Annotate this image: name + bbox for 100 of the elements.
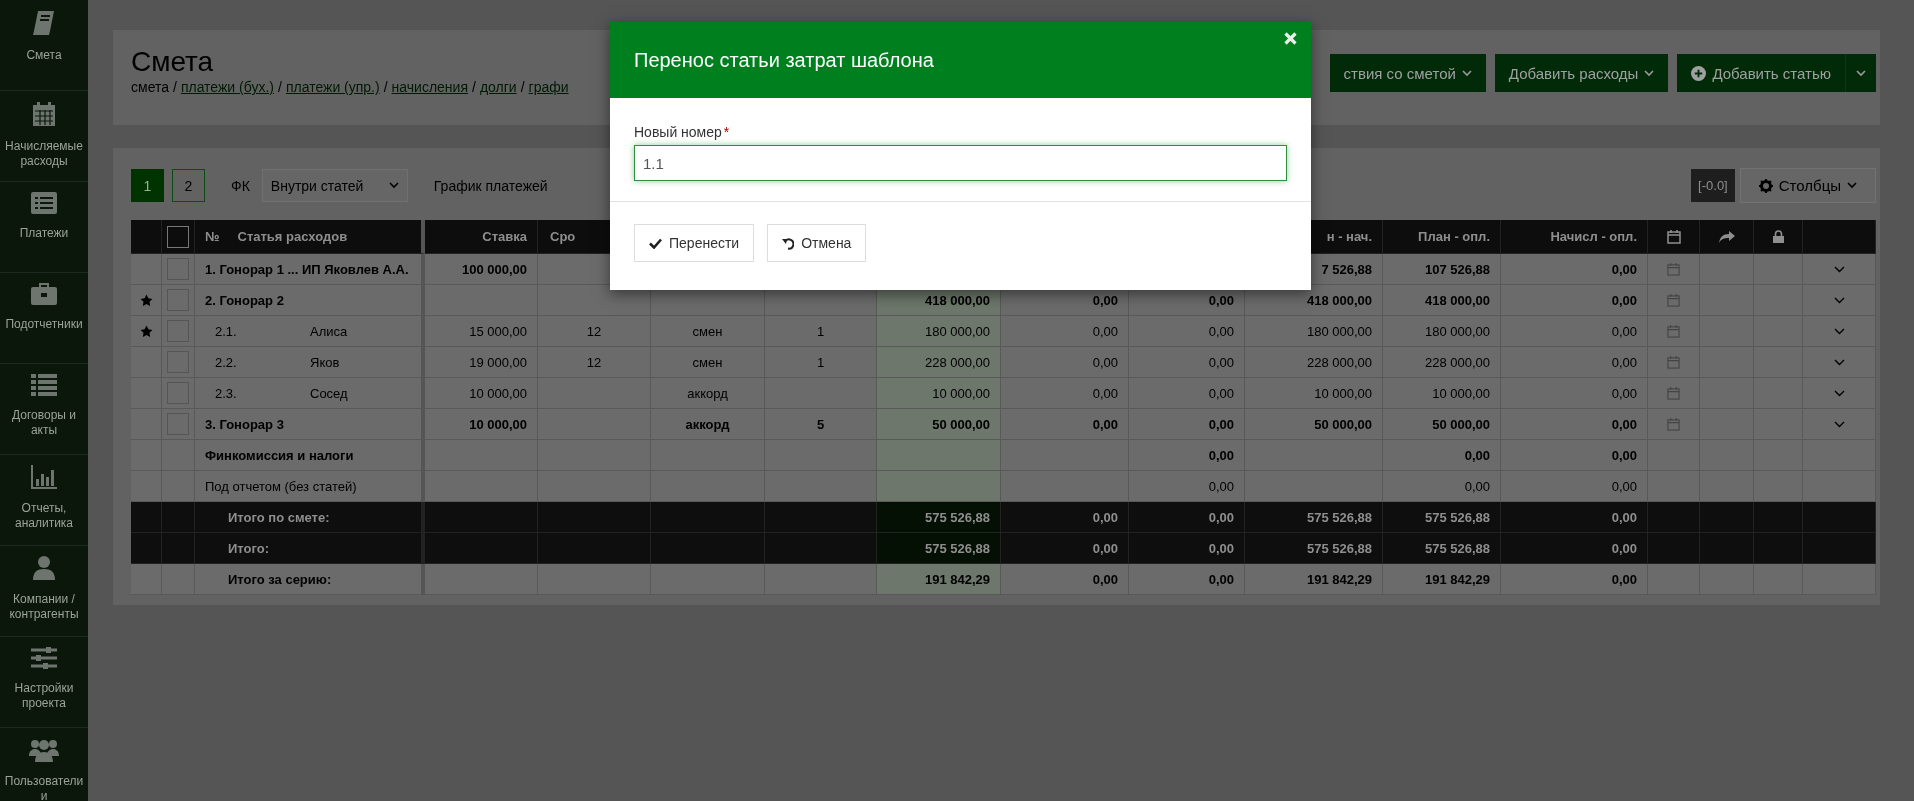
calendar-icon[interactable] bbox=[1667, 324, 1680, 338]
column-header: № bbox=[205, 229, 220, 244]
table-cell bbox=[1700, 564, 1754, 595]
table-cell: 0,00 bbox=[1129, 316, 1245, 347]
caret-icon bbox=[388, 182, 399, 189]
table-cell: 5 bbox=[765, 409, 877, 440]
table-cell: 10 000,00 bbox=[877, 378, 1001, 409]
calendar-icon[interactable] bbox=[1667, 262, 1680, 276]
table-cell: 0,00 bbox=[1129, 502, 1245, 533]
table-cell: 100 000,00 bbox=[425, 254, 538, 285]
chevron-down-icon[interactable] bbox=[1833, 420, 1845, 428]
table-cell: 12 bbox=[538, 347, 651, 378]
chevron-down-icon[interactable] bbox=[1833, 389, 1845, 397]
item-name: Алиса bbox=[310, 323, 348, 339]
table-cell: 0,00 bbox=[1501, 285, 1648, 316]
caret-icon bbox=[1847, 182, 1857, 189]
table-cell bbox=[1700, 533, 1754, 564]
sidebar-item[interactable]: Компании / контрагенты bbox=[0, 546, 88, 637]
table-cell: 0,00 bbox=[1001, 316, 1129, 347]
cancel-button[interactable]: Отмена bbox=[767, 224, 867, 262]
table-cell: 0,00 bbox=[1129, 347, 1245, 378]
column-header: н - нач. bbox=[1326, 229, 1372, 244]
dialog-title: Перенос статьи затрат шаблона bbox=[634, 48, 934, 72]
table-cell: 180 000,00 bbox=[877, 316, 1001, 347]
sidebar-item[interactable]: Отчеты, аналитика bbox=[0, 455, 88, 546]
item-name: Яков bbox=[310, 354, 340, 370]
table-cell: 0,00 bbox=[1501, 409, 1648, 440]
close-icon bbox=[1284, 32, 1297, 45]
chevron-down-icon[interactable] bbox=[1833, 265, 1845, 273]
table-cell: 0,00 bbox=[1501, 254, 1648, 285]
star-icon[interactable] bbox=[139, 293, 153, 307]
table-cell: 0,00 bbox=[1001, 409, 1129, 440]
breadcrumb-separator: / bbox=[472, 79, 476, 95]
item-name: Итого по смете: bbox=[228, 509, 330, 525]
sidebar-label: Компании / контрагенты bbox=[8, 592, 80, 622]
table-cell: 0,00 bbox=[1501, 347, 1648, 378]
columns-button[interactable]: Столбцы bbox=[1739, 168, 1876, 203]
sidebar-item[interactable]: Подотчетники bbox=[0, 273, 88, 364]
sidebar-item[interactable]: Начисляемые расходы bbox=[0, 91, 88, 182]
table-cell: 0,00 bbox=[1501, 564, 1648, 595]
table-cell: 575 526,88 bbox=[877, 502, 1001, 533]
book-icon bbox=[32, 10, 56, 36]
table-cell: 15 000,00 bbox=[425, 316, 538, 347]
table-cell: 0,00 bbox=[1501, 533, 1648, 564]
table-cell: 575 526,88 bbox=[1245, 502, 1383, 533]
table-cell: 10 000,00 bbox=[1245, 378, 1383, 409]
table-cell: 0,00 bbox=[1001, 378, 1129, 409]
list-card-icon bbox=[31, 192, 57, 214]
calendar-icon[interactable] bbox=[1667, 293, 1680, 307]
sidebar-label: Пользователи и bbox=[3, 774, 85, 801]
person-icon bbox=[33, 556, 55, 580]
table-cell: 50 000,00 bbox=[877, 409, 1001, 440]
sidebar-item[interactable]: Договоры и акты bbox=[0, 364, 88, 455]
close-button[interactable] bbox=[1284, 32, 1297, 45]
table-cell: 0,00 bbox=[1001, 564, 1129, 595]
breadcrumb-separator: / bbox=[383, 79, 388, 95]
sidebar-item[interactable]: Платежи bbox=[0, 182, 88, 273]
item-name: Итого: bbox=[228, 540, 269, 556]
split-caret-button[interactable] bbox=[1845, 54, 1876, 92]
table-cell: 575 526,88 bbox=[1383, 533, 1501, 564]
table-cell: 180 000,00 bbox=[1245, 316, 1383, 347]
item-name: Финкомиссия и налоги bbox=[205, 447, 354, 463]
table-cell: 1 bbox=[765, 316, 877, 347]
sidebar-item[interactable]: Смета bbox=[0, 0, 88, 91]
table-cell: 19 000,00 bbox=[425, 347, 538, 378]
item-number: 2.2. bbox=[214, 354, 238, 370]
chevron-down-icon[interactable] bbox=[1833, 327, 1845, 335]
breadcrumb-separator: / bbox=[278, 79, 282, 95]
item-name: 2. Гонорар 2 bbox=[205, 292, 284, 308]
plus-circle-icon bbox=[1691, 65, 1707, 81]
item-name: 1. Гонорар 1 ... ИП Яковлев А.А. bbox=[205, 261, 409, 277]
chevron-down-icon[interactable] bbox=[1833, 358, 1845, 366]
table-cell: 0,00 bbox=[1129, 533, 1245, 564]
calendar-icon[interactable] bbox=[1667, 355, 1680, 369]
calendar-icon[interactable] bbox=[1667, 386, 1680, 400]
table-cell: 0,00 bbox=[1129, 378, 1245, 409]
sidebar-item[interactable]: Пользователи и bbox=[0, 728, 88, 801]
add-button[interactable]: Добавить статью bbox=[1677, 54, 1845, 92]
table-cell: 0,00 bbox=[1501, 440, 1648, 471]
star-icon[interactable] bbox=[139, 324, 153, 338]
number-input-field[interactable]: 1.1 bbox=[634, 145, 1287, 181]
fk-select[interactable]: Внутри статей bbox=[261, 169, 408, 202]
required-mark: * bbox=[723, 124, 730, 140]
table-cell: 228 000,00 bbox=[877, 347, 1001, 378]
table-cell: 228 000,00 bbox=[1383, 347, 1501, 378]
table-cell bbox=[1700, 471, 1754, 502]
dropdown-button[interactable]: ствия со сметой bbox=[1329, 54, 1486, 92]
move-button[interactable]: Перенести bbox=[634, 224, 755, 262]
page-tab[interactable]: 1 bbox=[131, 169, 164, 202]
dropdown-button[interactable]: Добавить расходы bbox=[1494, 54, 1669, 92]
sidebar-item[interactable]: Настройки проекта bbox=[0, 637, 88, 728]
select-all-checkbox[interactable] bbox=[167, 225, 189, 248]
chevron-down-icon[interactable] bbox=[1833, 296, 1845, 304]
table-cell: 50 000,00 bbox=[1245, 409, 1383, 440]
table-cell: 0,00 bbox=[1383, 471, 1501, 502]
calendar-icon[interactable] bbox=[1667, 417, 1680, 431]
breadcrumb-separator: / bbox=[520, 79, 525, 95]
sidebar-label: Отчеты, аналитика bbox=[13, 501, 75, 531]
sidebar-label: Платежи bbox=[18, 226, 70, 241]
sidebar-label: Настройки проекта bbox=[13, 681, 75, 711]
